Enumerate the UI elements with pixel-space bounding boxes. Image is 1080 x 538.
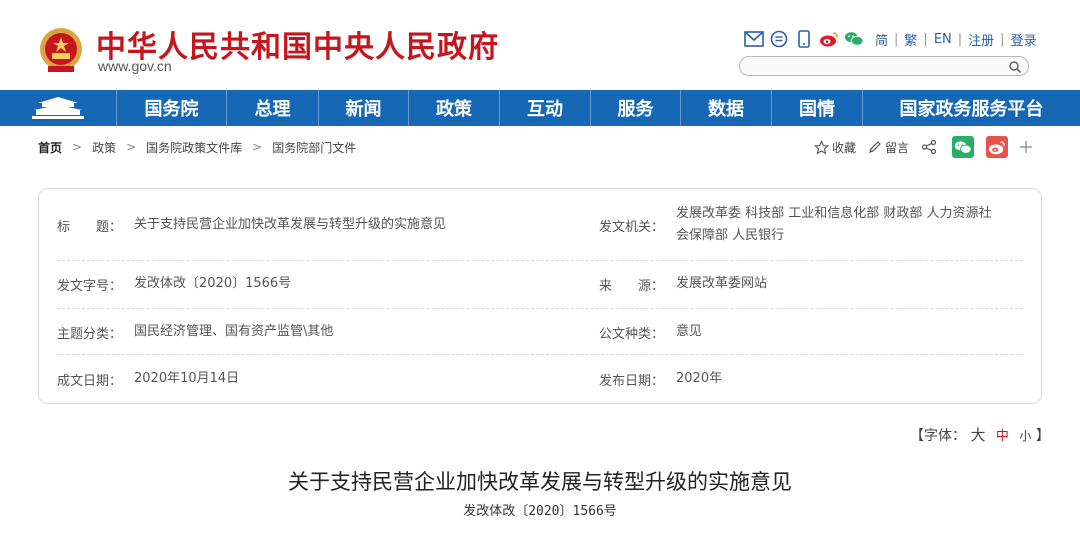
weibo-icon (988, 140, 1005, 154)
collect-label: 收藏 (832, 140, 857, 155)
nav-item-national-info[interactable]: 国情 (771, 90, 862, 126)
message-button[interactable]: 留言 (868, 139, 909, 156)
site-url[interactable]: www.gov.cn (98, 58, 172, 74)
article-title: 关于支持民营企业加快改革发展与转型升级的实施意见 (288, 470, 792, 494)
breadcrumb-policy-library[interactable]: 国务院政策文件库 (146, 139, 242, 156)
wechat-icon[interactable] (844, 29, 864, 49)
font-size-small[interactable]: 小 (1019, 429, 1031, 443)
title-label: 标 题： (57, 220, 123, 235)
docno-value: 发改体改〔2020〕1566号 (134, 276, 292, 291)
font-size-large[interactable]: 大 (970, 426, 985, 444)
plus-icon (1020, 141, 1033, 153)
mobile-icon[interactable] (794, 29, 814, 49)
share-button[interactable] (921, 139, 940, 155)
breadcrumb-policy[interactable]: 政策 (92, 139, 116, 156)
weibo-icon[interactable] (819, 29, 839, 49)
search-icon[interactable] (1008, 59, 1022, 74)
document-metadata-box: 标 题： 关于支持民营企业加快改革发展与转型升级的实施意见 发文机关： 发展改革… (38, 188, 1042, 404)
issuer-label: 发文机关： (599, 220, 665, 235)
share-icon (921, 139, 937, 155)
meta-row-dates: 成文日期： 2020年10月14日 发布日期： 2020年 (57, 355, 1023, 403)
meta-row-topic: 主题分类： 国民经济管理、国有资产监管\其他 公文种类： 意见 (57, 309, 1023, 355)
separator: | (894, 31, 899, 47)
font-size-suffix: 】 (1035, 428, 1050, 444)
nav-item-interaction[interactable]: 互动 (499, 90, 590, 126)
search-box (739, 56, 1029, 76)
nav-item-policy[interactable]: 政策 (408, 90, 499, 126)
tiananmen-icon (32, 97, 84, 119)
chevron-right-icon: > (126, 140, 137, 154)
breadcrumb-department-docs[interactable]: 国务院部门文件 (272, 139, 356, 156)
nav-item-state-council[interactable]: 国务院 (116, 90, 226, 126)
published-date-value: 2020年 (676, 371, 723, 386)
source-value: 发展改革委网站 (676, 276, 768, 291)
nav-item-services[interactable]: 服务 (590, 90, 680, 126)
meta-row-title: 标 题： 关于支持民营企业加快改革发展与转型升级的实施意见 发文机关： 发展改革… (57, 189, 1023, 261)
breadcrumb-home[interactable]: 首页 (38, 139, 62, 156)
chat-icon[interactable] (769, 29, 789, 49)
title-value: 关于支持民营企业加快改革发展与转型升级的实施意见 (134, 217, 447, 232)
nav-home-gate[interactable] (0, 90, 116, 126)
english-link[interactable]: EN (934, 32, 952, 47)
topic-label: 主题分类： (57, 327, 123, 342)
star-icon (814, 139, 829, 154)
docno-label: 发文字号： (57, 279, 123, 294)
wechat-icon (954, 140, 972, 154)
separator: | (923, 31, 928, 47)
nav-item-premier[interactable]: 总理 (226, 90, 318, 126)
login-link[interactable]: 登录 (1011, 30, 1037, 49)
register-link[interactable]: 注册 (968, 30, 994, 49)
collect-button[interactable]: 收藏 (814, 139, 856, 156)
font-size-prefix: 【字体： (910, 428, 966, 444)
share-weibo-button[interactable] (986, 136, 1009, 158)
site-header: 中华人民共和国中央人民政府 www.gov.cn 简 | 繁 | EN | 注册… (0, 0, 1080, 90)
nav-item-news[interactable]: 新闻 (318, 90, 408, 126)
share-wechat-button[interactable] (952, 136, 975, 158)
meta-row-docno: 发文字号： 发改体改〔2020〕1566号 来 源： 发展改革委网站 (57, 261, 1023, 309)
separator: | (957, 31, 963, 47)
share-tools: 收藏 留言 (814, 136, 1047, 158)
source-label: 来 源： (599, 279, 665, 294)
pencil-icon (869, 141, 881, 153)
mail-icon[interactable] (744, 29, 764, 49)
message-label: 留言 (885, 140, 910, 155)
published-date-label: 发布日期： (599, 374, 665, 389)
issuer-value-line2: 会保障部 人民银行 (676, 228, 785, 243)
search-input[interactable] (750, 58, 1000, 74)
chevron-right-icon: > (72, 140, 83, 154)
main-nav: 国务院 总理 新闻 政策 互动 服务 数据 国情 国家政务服务平台 (0, 90, 1080, 126)
separator: | (1000, 31, 1005, 47)
chevron-right-icon: > (252, 140, 263, 154)
font-size-medium[interactable]: 中 (996, 429, 1009, 444)
topic-value: 国民经济管理、国有资产监管\其他 (134, 324, 334, 339)
more-button[interactable] (1020, 141, 1035, 153)
type-label: 公文种类： (599, 327, 665, 342)
breadcrumb: 首页 > 政策 > 国务院政策文件库 > 国务院部门文件 (38, 138, 356, 156)
national-emblem-logo[interactable] (38, 26, 84, 74)
font-size-control: 【字体： 大 中 小 】 (910, 424, 1050, 445)
issuer-value-line1: 发展改革委 科技部 工业和信息化部 财政部 人力资源社 (676, 206, 992, 221)
article-doc-number: 发改体改〔2020〕1566号 (463, 504, 617, 519)
traditional-chinese-link[interactable]: 繁 (904, 30, 917, 49)
written-date-label: 成文日期： (57, 374, 123, 389)
nav-item-data[interactable]: 数据 (680, 90, 771, 126)
written-date-value: 2020年10月14日 (134, 371, 240, 386)
language-auth-links: 简 | 繁 | EN | 注册 | 登录 (875, 30, 1037, 49)
simplified-chinese-link[interactable]: 简 (875, 30, 888, 49)
nav-item-service-platform[interactable]: 国家政务服务平台 (862, 90, 1080, 126)
top-tools: 简 | 繁 | EN | 注册 | 登录 (744, 28, 1037, 50)
type-value: 意见 (676, 324, 703, 339)
